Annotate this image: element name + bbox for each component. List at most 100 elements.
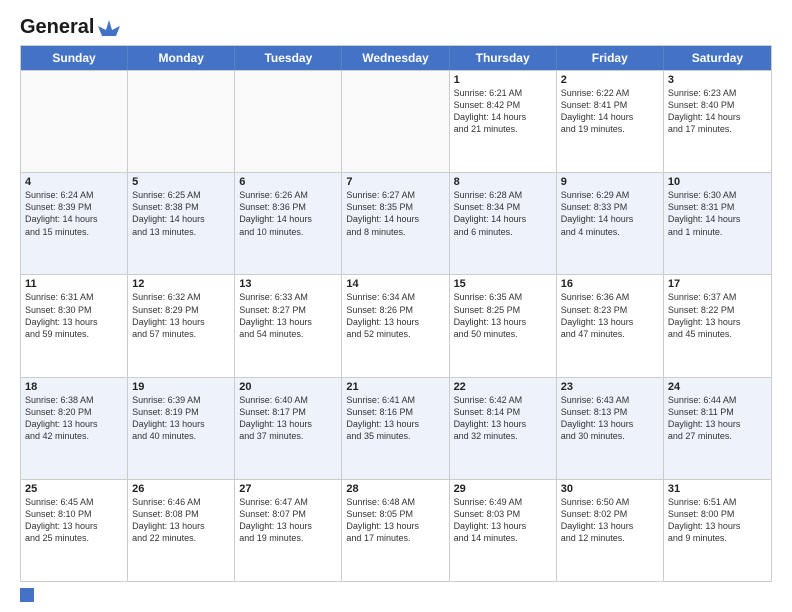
day-info: Sunrise: 6:36 AM Sunset: 8:23 PM Dayligh… [561,291,659,340]
day-number: 6 [239,176,337,188]
day-info: Sunrise: 6:24 AM Sunset: 8:39 PM Dayligh… [25,189,123,238]
day-cell-16: 16Sunrise: 6:36 AM Sunset: 8:23 PM Dayli… [557,275,664,376]
day-info: Sunrise: 6:32 AM Sunset: 8:29 PM Dayligh… [132,291,230,340]
day-number: 4 [25,176,123,188]
day-number: 23 [561,381,659,393]
day-number: 31 [668,483,767,495]
calendar-week-4: 18Sunrise: 6:38 AM Sunset: 8:20 PM Dayli… [21,377,771,479]
day-cell-15: 15Sunrise: 6:35 AM Sunset: 8:25 PM Dayli… [450,275,557,376]
day-cell-10: 10Sunrise: 6:30 AM Sunset: 8:31 PM Dayli… [664,173,771,274]
page: General SundayMondayTuesdayWednesdayThur… [0,0,792,612]
day-info: Sunrise: 6:31 AM Sunset: 8:30 PM Dayligh… [25,291,123,340]
day-info: Sunrise: 6:38 AM Sunset: 8:20 PM Dayligh… [25,394,123,443]
header: General [20,16,772,35]
day-number: 30 [561,483,659,495]
empty-cell [21,71,128,172]
day-number: 7 [346,176,444,188]
day-header-saturday: Saturday [664,46,771,70]
day-cell-14: 14Sunrise: 6:34 AM Sunset: 8:26 PM Dayli… [342,275,449,376]
day-cell-28: 28Sunrise: 6:48 AM Sunset: 8:05 PM Dayli… [342,480,449,581]
day-number: 19 [132,381,230,393]
day-info: Sunrise: 6:35 AM Sunset: 8:25 PM Dayligh… [454,291,552,340]
day-cell-9: 9Sunrise: 6:29 AM Sunset: 8:33 PM Daylig… [557,173,664,274]
day-cell-2: 2Sunrise: 6:22 AM Sunset: 8:41 PM Daylig… [557,71,664,172]
day-info: Sunrise: 6:34 AM Sunset: 8:26 PM Dayligh… [346,291,444,340]
day-cell-23: 23Sunrise: 6:43 AM Sunset: 8:13 PM Dayli… [557,378,664,479]
day-header-sunday: Sunday [21,46,128,70]
day-cell-3: 3Sunrise: 6:23 AM Sunset: 8:40 PM Daylig… [664,71,771,172]
day-info: Sunrise: 6:51 AM Sunset: 8:00 PM Dayligh… [668,496,767,545]
day-info: Sunrise: 6:44 AM Sunset: 8:11 PM Dayligh… [668,394,767,443]
day-number: 16 [561,278,659,290]
day-info: Sunrise: 6:27 AM Sunset: 8:35 PM Dayligh… [346,189,444,238]
day-info: Sunrise: 6:39 AM Sunset: 8:19 PM Dayligh… [132,394,230,443]
day-info: Sunrise: 6:30 AM Sunset: 8:31 PM Dayligh… [668,189,767,238]
day-number: 2 [561,74,659,86]
day-cell-26: 26Sunrise: 6:46 AM Sunset: 8:08 PM Dayli… [128,480,235,581]
day-cell-17: 17Sunrise: 6:37 AM Sunset: 8:22 PM Dayli… [664,275,771,376]
day-info: Sunrise: 6:29 AM Sunset: 8:33 PM Dayligh… [561,189,659,238]
day-header-friday: Friday [557,46,664,70]
day-cell-6: 6Sunrise: 6:26 AM Sunset: 8:36 PM Daylig… [235,173,342,274]
empty-cell [235,71,342,172]
day-cell-12: 12Sunrise: 6:32 AM Sunset: 8:29 PM Dayli… [128,275,235,376]
day-number: 15 [454,278,552,290]
day-number: 21 [346,381,444,393]
day-info: Sunrise: 6:22 AM Sunset: 8:41 PM Dayligh… [561,87,659,136]
day-info: Sunrise: 6:47 AM Sunset: 8:07 PM Dayligh… [239,496,337,545]
logo-general: General [20,16,94,39]
day-number: 17 [668,278,767,290]
day-info: Sunrise: 6:26 AM Sunset: 8:36 PM Dayligh… [239,189,337,238]
calendar: SundayMondayTuesdayWednesdayThursdayFrid… [20,45,772,582]
day-info: Sunrise: 6:45 AM Sunset: 8:10 PM Dayligh… [25,496,123,545]
day-header-wednesday: Wednesday [342,46,449,70]
day-number: 20 [239,381,337,393]
legend-color-box [20,588,34,602]
day-number: 26 [132,483,230,495]
day-info: Sunrise: 6:41 AM Sunset: 8:16 PM Dayligh… [346,394,444,443]
day-info: Sunrise: 6:48 AM Sunset: 8:05 PM Dayligh… [346,496,444,545]
day-cell-18: 18Sunrise: 6:38 AM Sunset: 8:20 PM Dayli… [21,378,128,479]
day-number: 25 [25,483,123,495]
calendar-body: 1Sunrise: 6:21 AM Sunset: 8:42 PM Daylig… [21,70,771,581]
day-info: Sunrise: 6:23 AM Sunset: 8:40 PM Dayligh… [668,87,767,136]
day-info: Sunrise: 6:50 AM Sunset: 8:02 PM Dayligh… [561,496,659,545]
day-number: 18 [25,381,123,393]
day-cell-27: 27Sunrise: 6:47 AM Sunset: 8:07 PM Dayli… [235,480,342,581]
day-cell-11: 11Sunrise: 6:31 AM Sunset: 8:30 PM Dayli… [21,275,128,376]
day-info: Sunrise: 6:33 AM Sunset: 8:27 PM Dayligh… [239,291,337,340]
day-number: 3 [668,74,767,86]
day-info: Sunrise: 6:40 AM Sunset: 8:17 PM Dayligh… [239,394,337,443]
legend [20,588,772,602]
day-header-thursday: Thursday [450,46,557,70]
day-number: 29 [454,483,552,495]
day-number: 11 [25,278,123,290]
day-info: Sunrise: 6:42 AM Sunset: 8:14 PM Dayligh… [454,394,552,443]
day-info: Sunrise: 6:37 AM Sunset: 8:22 PM Dayligh… [668,291,767,340]
empty-cell [342,71,449,172]
calendar-header: SundayMondayTuesdayWednesdayThursdayFrid… [21,46,771,70]
calendar-week-5: 25Sunrise: 6:45 AM Sunset: 8:10 PM Dayli… [21,479,771,581]
day-cell-25: 25Sunrise: 6:45 AM Sunset: 8:10 PM Dayli… [21,480,128,581]
day-info: Sunrise: 6:43 AM Sunset: 8:13 PM Dayligh… [561,394,659,443]
empty-cell [128,71,235,172]
day-cell-30: 30Sunrise: 6:50 AM Sunset: 8:02 PM Dayli… [557,480,664,581]
day-header-tuesday: Tuesday [235,46,342,70]
day-number: 13 [239,278,337,290]
logo: General [20,16,120,35]
day-cell-8: 8Sunrise: 6:28 AM Sunset: 8:34 PM Daylig… [450,173,557,274]
day-cell-4: 4Sunrise: 6:24 AM Sunset: 8:39 PM Daylig… [21,173,128,274]
calendar-week-2: 4Sunrise: 6:24 AM Sunset: 8:39 PM Daylig… [21,172,771,274]
day-info: Sunrise: 6:28 AM Sunset: 8:34 PM Dayligh… [454,189,552,238]
logo-icon [98,18,120,38]
day-info: Sunrise: 6:21 AM Sunset: 8:42 PM Dayligh… [454,87,552,136]
day-cell-5: 5Sunrise: 6:25 AM Sunset: 8:38 PM Daylig… [128,173,235,274]
day-number: 14 [346,278,444,290]
day-number: 1 [454,74,552,86]
day-info: Sunrise: 6:49 AM Sunset: 8:03 PM Dayligh… [454,496,552,545]
day-cell-29: 29Sunrise: 6:49 AM Sunset: 8:03 PM Dayli… [450,480,557,581]
day-cell-19: 19Sunrise: 6:39 AM Sunset: 8:19 PM Dayli… [128,378,235,479]
day-info: Sunrise: 6:46 AM Sunset: 8:08 PM Dayligh… [132,496,230,545]
day-cell-22: 22Sunrise: 6:42 AM Sunset: 8:14 PM Dayli… [450,378,557,479]
calendar-week-1: 1Sunrise: 6:21 AM Sunset: 8:42 PM Daylig… [21,70,771,172]
